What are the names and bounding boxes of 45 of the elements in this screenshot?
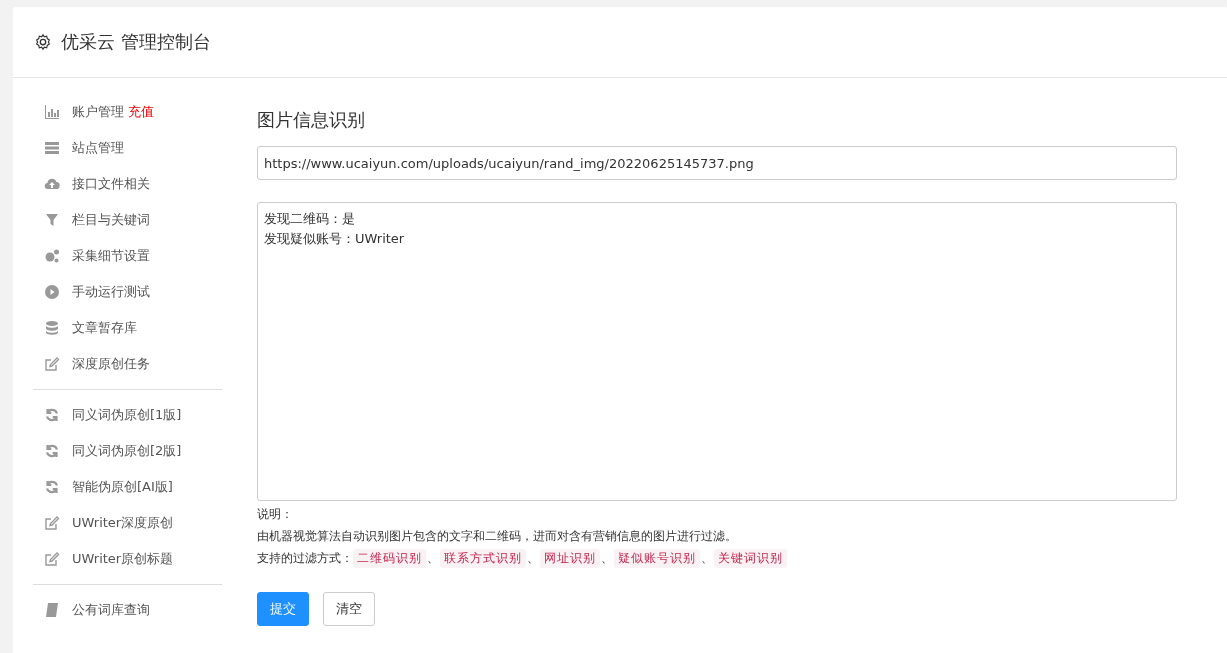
recharge-link[interactable]: 充值	[128, 103, 154, 121]
console-title: 优采云 管理控制台	[61, 30, 211, 54]
clear-button[interactable]: 清空	[323, 592, 375, 626]
separator-text: 、	[526, 550, 540, 567]
separator-text: 、	[600, 550, 614, 567]
separator-text: 、	[700, 550, 714, 567]
sidebar-item[interactable]: 站点管理	[72, 139, 124, 157]
bar-chart-icon	[44, 104, 60, 120]
sidebar-item[interactable]: 手动运行测试	[72, 283, 150, 301]
method-tag: 联系方式识别	[440, 549, 526, 568]
sidebar-item[interactable]: UWriter深度原创	[72, 514, 174, 532]
url-input-field[interactable]: https://www.ucaiyun.com/uploads/ucaiyun/rand_img/20220625145737.png	[257, 146, 1177, 180]
sidebar-item[interactable]: 同义词伪原创[2版]	[72, 442, 182, 460]
section-title: 图片信息识别	[257, 108, 366, 132]
method-tag: 网址识别	[540, 549, 600, 568]
sidebar-item[interactable]: 账户管理	[72, 103, 124, 121]
sidebar-item[interactable]: UWriter原创标题	[72, 550, 174, 568]
refresh-icon	[44, 407, 60, 423]
method-tag: 疑似账号识别	[614, 549, 700, 568]
settings-icon	[34, 33, 52, 51]
result-text-area[interactable]: 发现二维码：是 发现疑似账号：UWriter	[257, 202, 1177, 501]
database-icon	[44, 320, 60, 336]
sidebar-item[interactable]: 接口文件相关	[72, 175, 150, 193]
play-icon	[44, 284, 60, 300]
edit-icon	[44, 356, 60, 372]
cloud-upload-icon	[44, 176, 60, 192]
sidebar-item[interactable]: 栏目与关键词	[72, 211, 150, 229]
edit-icon	[44, 515, 60, 531]
server-icon	[44, 140, 60, 156]
note-text: 由机器视觉算法自动识别图片包含的文字和二维码，进而对含有营销信息的图片进行过滤。	[257, 528, 738, 545]
sidebar-item[interactable]: 采集细节设置	[72, 247, 150, 265]
method-tag: 二维码识别	[353, 549, 426, 568]
sidebar-item[interactable]: 智能伪原创[AI版]	[72, 478, 173, 496]
filter-icon	[44, 212, 60, 228]
methods-label: 支持的过滤方式：	[257, 550, 353, 567]
sidebar-item[interactable]: 同义词伪原创[1版]	[72, 406, 182, 424]
method-tag: 关键词识别	[714, 549, 787, 568]
refresh-icon	[44, 443, 60, 459]
edit-icon	[44, 551, 60, 567]
note-label: 说明：	[257, 506, 294, 523]
separator-text: 、	[426, 550, 440, 567]
sidebar-item[interactable]: 文章暂存库	[72, 319, 137, 337]
sidebar-item[interactable]: 深度原创任务	[72, 355, 150, 373]
sidebar-item[interactable]: 公有词库查询	[72, 601, 150, 619]
refresh-icon	[44, 479, 60, 495]
